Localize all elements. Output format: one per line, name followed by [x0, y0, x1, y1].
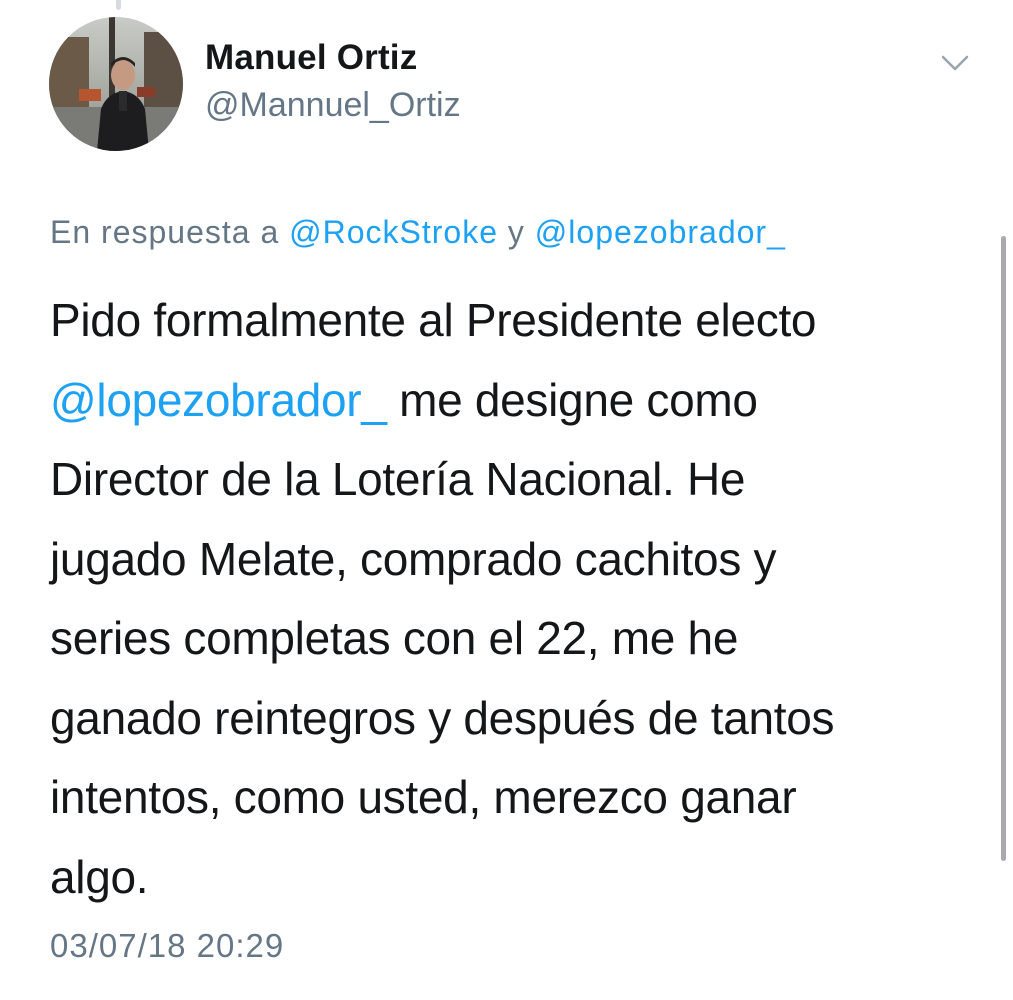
tweet-line: ganado reintegros y después de tantos [50, 691, 835, 744]
tweet-line: jugado Melate, comprado cachitos y [50, 532, 777, 585]
tweet-text: Pido formalmente al Presidente electo @l… [50, 281, 970, 917]
tweet-line: series completas con el 22, me he [50, 612, 739, 664]
reply-context: En respuesta a @RockStroke y @lopezobrad… [50, 214, 786, 251]
display-name[interactable]: Manuel Ortiz [205, 38, 417, 78]
reply-mention-rockstroke[interactable]: @RockStroke [289, 214, 498, 250]
thread-connector-line [116, 0, 121, 10]
username-handle[interactable]: @Mannuel_Ortiz [205, 86, 461, 125]
reply-mention-lopezobrador[interactable]: @lopezobrador_ [535, 214, 786, 250]
avatar[interactable] [49, 17, 183, 151]
tweet-line: @lopezobrador_ me designe como [50, 361, 970, 441]
tweet-line: Pido formalmente al Presidente electo [50, 294, 817, 346]
tweet-mention-lopezobrador[interactable]: @lopezobrador_ [50, 374, 387, 426]
reply-prefix: En respuesta a [50, 214, 280, 250]
reply-conjunction: y [507, 214, 525, 250]
scrollbar[interactable] [1001, 236, 1006, 861]
tweet-timestamp[interactable]: 03/07/18 20:29 [50, 927, 284, 965]
tweet-line: intentos, como usted, merezco ganar [50, 771, 797, 823]
tweet-line-rest: me designe como [386, 373, 758, 426]
avatar-photo [49, 17, 183, 151]
tweet-line: Director de la Lotería Nacional. He [50, 453, 746, 505]
chevron-down-icon[interactable] [939, 51, 971, 75]
tweet-line: algo. [50, 850, 149, 903]
